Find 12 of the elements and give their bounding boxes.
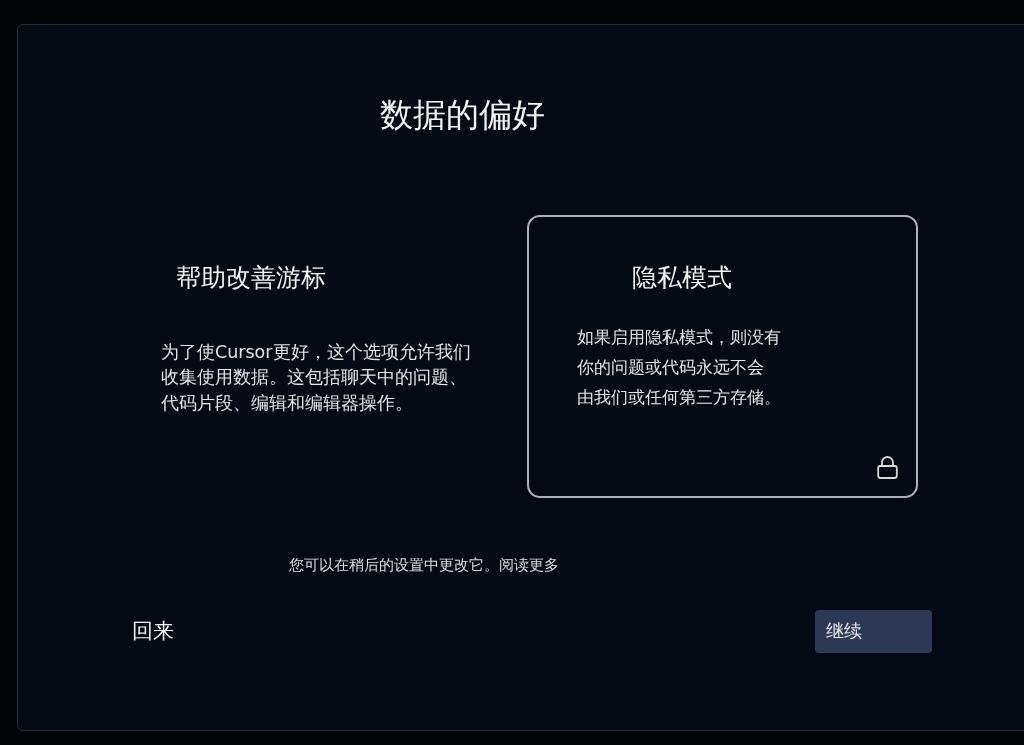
option-card[interactable]: 隐私模式 如果启用隐私模式，则没有 你的问题或代码永远不会 由我们或任何第三方存储。 — [527, 214, 918, 498]
option-card[interactable]: 帮助改善游标 为了使Cursor更好，这个选项允许我们 收集使用数据。这包括聊天中的问题、 代码片段、编辑和编辑器操作。 — [127, 214, 510, 498]
option-description: 为了使Cursor更好，这个选项允许我们 收集使用数据。这包括聊天中的问题、 代码片段、编辑和编辑器操作。 — [161, 340, 471, 415]
page-title: 数据的偏好 — [380, 95, 545, 135]
option-title: 帮助改善游标 — [176, 261, 326, 293]
back-button[interactable]: 回来 — [132, 618, 174, 645]
option-title: 隐私模式 — [632, 261, 732, 293]
read-more-link[interactable]: 阅读更多 — [499, 556, 559, 573]
option-description: 如果启用隐私模式，则没有 你的问题或代码永远不会 由我们或任何第三方存储。 — [577, 325, 781, 409]
settings-note: 您可以在稍后的设置中更改它。阅读更多 — [289, 555, 559, 575]
continue-button[interactable]: 继续 — [815, 609, 932, 653]
lock-icon — [877, 455, 898, 479]
